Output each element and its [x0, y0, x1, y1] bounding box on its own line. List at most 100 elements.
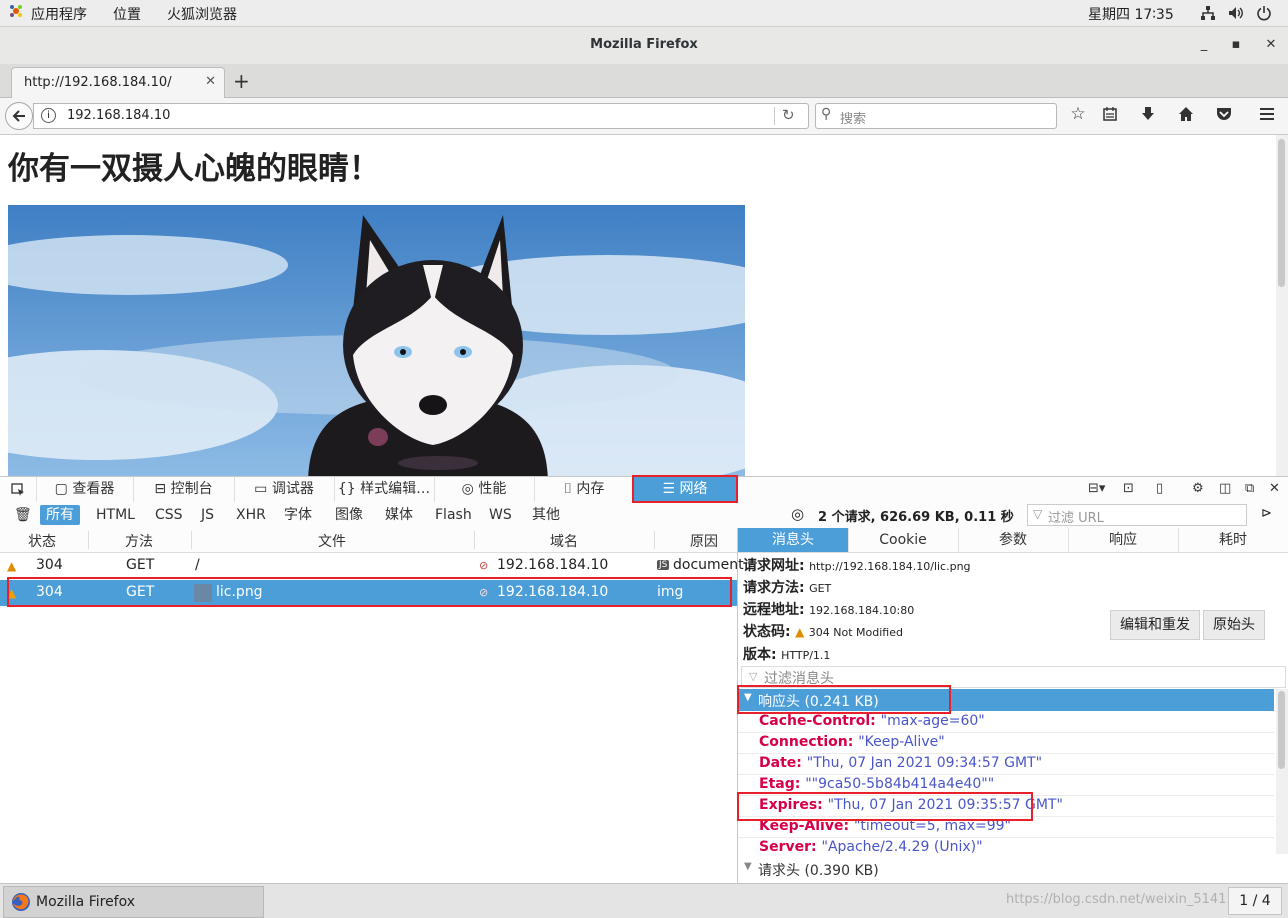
request-headers-group[interactable]: ▼ 请求头 (0.390 KB)	[738, 857, 1274, 879]
filter-images[interactable]: 图像	[329, 505, 369, 525]
request-file: lic.png	[216, 584, 263, 600]
header-filter-input[interactable]: ▽ 过滤消息头	[741, 666, 1286, 688]
clear-requests-icon[interactable]: 🗑	[8, 505, 38, 525]
header-key: Date	[759, 755, 797, 771]
apps-menu[interactable]: 应用程序	[31, 4, 87, 24]
expand-triangle-icon[interactable]: ▼	[744, 692, 752, 703]
insecure-lock-icon: ⊘	[479, 586, 489, 599]
filter-xhr[interactable]: XHR	[230, 505, 272, 525]
page-scrollbar[interactable]	[1276, 135, 1288, 476]
filter-css[interactable]: CSS	[149, 505, 189, 525]
minimize-icon[interactable]: _	[1194, 35, 1214, 55]
responsive-design-icon[interactable]: ▯	[1156, 481, 1163, 496]
reload-icon[interactable]: ↻	[782, 106, 795, 124]
dock-options-icon[interactable]: ⊟▾	[1088, 481, 1105, 496]
response-headers-title: 响应头 (0.241 KB)	[758, 694, 879, 710]
js-cause-icon: JS	[657, 560, 670, 570]
download-icon[interactable]	[1137, 106, 1159, 127]
hamburger-menu-icon[interactable]	[1256, 106, 1278, 127]
tab-close-icon[interactable]: ✕	[205, 74, 216, 89]
headers-scrollbar[interactable]	[1276, 689, 1288, 854]
tab-console[interactable]: ⊟ 控制台	[133, 477, 235, 503]
col-domain[interactable]: 域名	[550, 531, 578, 551]
edit-resend-button[interactable]: 编辑和重发	[1110, 610, 1200, 640]
bookmark-star-icon[interactable]: ☆	[1067, 104, 1089, 124]
col-method[interactable]: 方法	[125, 531, 153, 551]
request-row-selected[interactable]: ▲ 304 GET lic.png ⊘ 192.168.184.10 img	[0, 580, 737, 606]
filter-fonts[interactable]: 字体	[278, 505, 318, 525]
bookmarks-library-icon[interactable]	[1099, 106, 1121, 127]
clock[interactable]: 星期四 17∶35	[1088, 4, 1174, 24]
col-file[interactable]: 文件	[318, 531, 346, 551]
devtools-toolbar: ▢ 查看器 ⊟ 控制台 ▭ 调试器 {} 样式编辑… ◎ 性能 ⌷ 内存 ☰ 网…	[0, 476, 1288, 504]
performance-analysis-icon[interactable]: ◎	[791, 505, 804, 523]
maximize-icon[interactable]: ▪	[1226, 35, 1246, 55]
tab-headers[interactable]: 消息头	[738, 528, 849, 552]
header-value: "Thu, 07 Jan 2021 09:34:57 GMT"	[806, 755, 1043, 771]
tab-memory[interactable]: ⌷ 内存	[534, 477, 635, 503]
separate-window-icon[interactable]: ⧉	[1245, 481, 1254, 496]
header-entry: Server: "Apache/2.4.29 (Unix)"	[759, 839, 983, 855]
header-row: Server: "Apache/2.4.29 (Unix)"	[738, 837, 1274, 858]
workspace-pager[interactable]: 1 / 4	[1228, 887, 1282, 915]
dock-side-icon[interactable]: ◫	[1219, 481, 1231, 496]
pocket-icon[interactable]	[1213, 106, 1235, 127]
power-icon[interactable]	[1256, 5, 1272, 25]
header-value: "Thu, 07 Jan 2021 09:35:57 GMT"	[827, 797, 1063, 813]
request-url-label: 请求网址:	[743, 558, 805, 574]
gnome-apps-icon[interactable]	[8, 3, 24, 23]
request-row[interactable]: ▲ 304 GET / ⊘ 192.168.184.10 JS document	[0, 553, 744, 579]
browser-menu[interactable]: 火狐浏览器	[167, 4, 237, 24]
header-value: "Keep-Alive"	[858, 734, 945, 750]
url-bar[interactable]: i 192.168.184.10 ↻	[33, 103, 809, 129]
settings-gear-icon[interactable]: ⚙	[1192, 481, 1204, 496]
tab-debugger[interactable]: ▭ 调试器	[234, 477, 335, 503]
network-icon[interactable]	[1200, 5, 1216, 25]
filter-ws[interactable]: WS	[483, 505, 518, 525]
filter-media[interactable]: 媒体	[379, 505, 419, 525]
tab-inspector[interactable]: ▢ 查看器	[36, 477, 134, 503]
close-window-icon[interactable]: ✕	[1261, 35, 1281, 55]
tab-params[interactable]: 参数	[958, 528, 1069, 552]
col-status[interactable]: 状态	[28, 531, 56, 551]
page-scrollbar-thumb[interactable]	[1278, 139, 1285, 287]
search-bar[interactable]: ⚲ 搜索	[815, 103, 1057, 129]
tab-title: http://192.168.184.10/	[24, 75, 172, 90]
taskbar-firefox-item[interactable]: Mozilla Firefox	[3, 886, 264, 918]
filter-other[interactable]: 其他	[526, 505, 566, 525]
tab-cookies[interactable]: Cookie	[848, 528, 959, 552]
expand-triangle-icon[interactable]: ▼	[744, 861, 752, 872]
tab-response[interactable]: 响应	[1068, 528, 1179, 552]
performance-icon: ◎	[461, 481, 474, 497]
header-row: Keep-Alive: "timeout=5, max=99"	[738, 816, 1274, 838]
request-cause: document	[673, 557, 744, 573]
headers-scrollbar-thumb[interactable]	[1278, 691, 1285, 769]
places-menu[interactable]: 位置	[113, 4, 141, 24]
tab-timings[interactable]: 耗时	[1178, 528, 1288, 552]
url-filter-input[interactable]: ▽ 过滤 URL	[1027, 504, 1247, 526]
toggle-sidebar-icon[interactable]: ⊳	[1261, 506, 1272, 521]
tab-network-label: 网络	[679, 481, 708, 497]
header-value: "max-age=60"	[880, 713, 985, 729]
tab-style-editor[interactable]: {} 样式编辑…	[334, 477, 435, 503]
volume-icon[interactable]	[1228, 5, 1244, 25]
response-headers-group[interactable]: ▼ 响应头 (0.241 KB)	[738, 689, 1274, 711]
filter-html[interactable]: HTML	[90, 505, 141, 525]
raw-headers-button[interactable]: 原始头	[1203, 610, 1265, 640]
split-console-icon[interactable]: ⊡	[1123, 481, 1134, 496]
col-cause[interactable]: 原因	[690, 531, 718, 551]
header-value: "Apache/2.4.29 (Unix)"	[821, 839, 983, 855]
home-icon[interactable]	[1175, 106, 1197, 127]
new-tab-button[interactable]: +	[233, 69, 250, 93]
filter-flash[interactable]: Flash	[429, 505, 478, 525]
tab-network[interactable]: ☰ 网络	[634, 477, 737, 503]
filter-js[interactable]: JS	[195, 505, 220, 525]
close-devtools-icon[interactable]: ✕	[1269, 481, 1280, 496]
element-picker-icon[interactable]	[0, 477, 37, 503]
browser-tab[interactable]: http://192.168.184.10/ ✕	[11, 67, 225, 98]
tab-performance[interactable]: ◎ 性能	[434, 477, 535, 503]
filter-all[interactable]: 所有	[40, 505, 80, 525]
url-text[interactable]: 192.168.184.10	[67, 108, 170, 123]
site-info-icon[interactable]: i	[41, 108, 56, 123]
back-button[interactable]	[5, 102, 33, 130]
